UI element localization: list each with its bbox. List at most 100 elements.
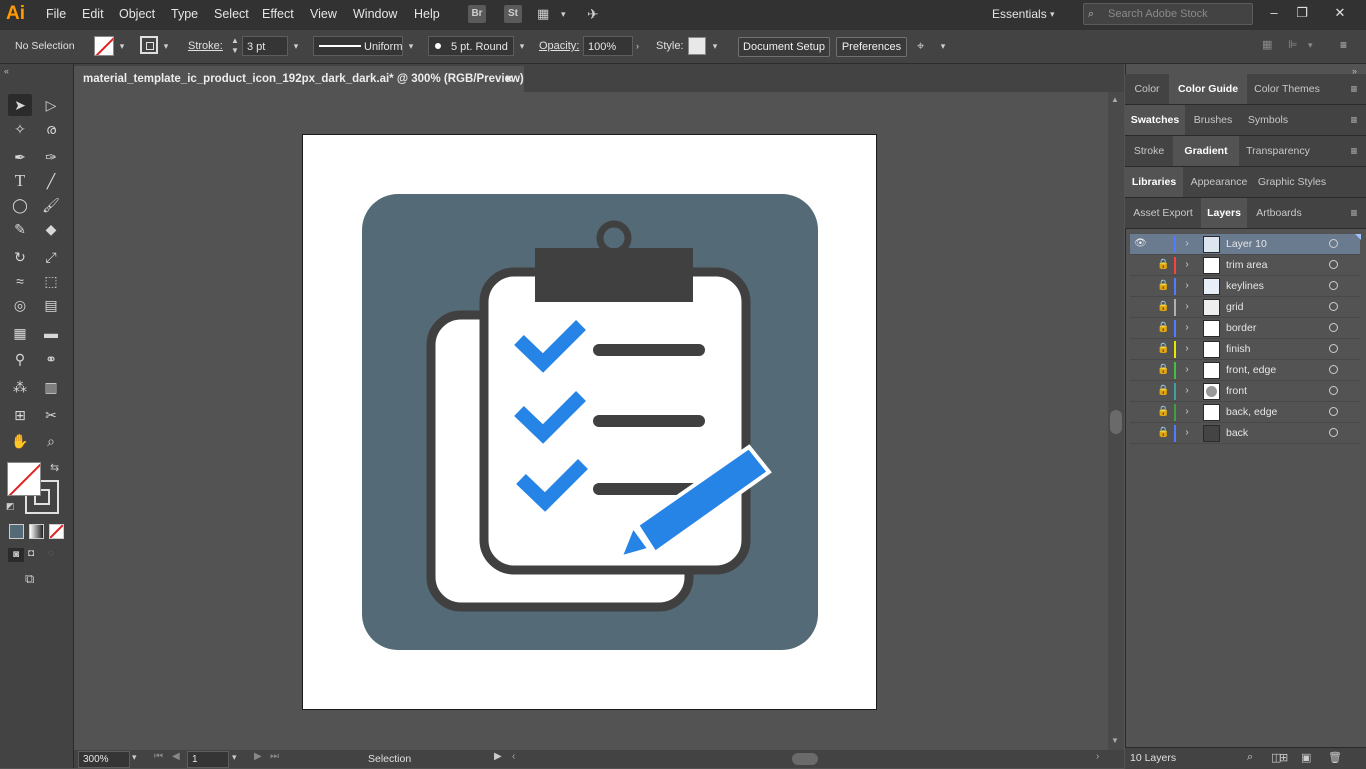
tab-color-themes[interactable]: Color Themes: [1247, 74, 1327, 104]
screen-mode-icon[interactable]: ⧉: [25, 571, 34, 587]
layer-row[interactable]: 🔒 › back: [1130, 423, 1360, 444]
menu-type[interactable]: Type: [171, 6, 198, 22]
visibility-eye-icon[interactable]: 👁: [1134, 237, 1148, 251]
perspective-grid-tool-icon[interactable]: ▤: [39, 294, 63, 316]
tab-swatches[interactable]: Swatches: [1125, 105, 1185, 135]
tab-artboards[interactable]: Artboards: [1247, 198, 1311, 228]
new-layer-icon[interactable]: ▣: [1301, 751, 1311, 764]
scale-tool-icon[interactable]: ⤢: [39, 246, 63, 268]
chevron-down-icon[interactable]: ▾: [290, 36, 302, 56]
chevron-down-icon[interactable]: ▾: [132, 752, 137, 763]
stock-icon[interactable]: St: [504, 5, 522, 23]
mesh-tool-icon[interactable]: ▦: [8, 322, 32, 344]
stroke-weight-field[interactable]: 3 pt: [242, 36, 288, 56]
none-mode-icon[interactable]: [49, 524, 64, 539]
chevron-down-icon[interactable]: ▾: [937, 36, 949, 56]
layer-row[interactable]: 👁 › Layer 10: [1130, 234, 1360, 255]
fill-swatch[interactable]: [94, 36, 114, 56]
layer-name[interactable]: back, edge: [1226, 405, 1277, 419]
collapse-icon[interactable]: «: [4, 66, 9, 76]
lock-icon[interactable]: 🔒: [1157, 426, 1169, 440]
eyedropper-tool-icon[interactable]: ⚲: [8, 348, 32, 370]
layer-name[interactable]: back: [1226, 426, 1248, 440]
slice-tool-icon[interactable]: ✂: [39, 404, 63, 426]
target-icon[interactable]: [1329, 260, 1338, 269]
chevron-down-icon[interactable]: ▾: [1050, 7, 1060, 21]
layer-row[interactable]: 🔒 › front: [1130, 381, 1360, 402]
expand-arrow-icon[interactable]: ›: [1181, 426, 1193, 440]
layer-name[interactable]: front, edge: [1226, 363, 1276, 377]
lock-icon[interactable]: 🔒: [1157, 300, 1169, 314]
preferences-button[interactable]: Preferences: [836, 37, 907, 57]
ellipse-tool-icon[interactable]: ◯: [8, 194, 32, 216]
previous-artboard-icon[interactable]: ◀: [172, 751, 180, 762]
shaper-tool-icon[interactable]: ✎: [8, 218, 32, 240]
layer-row[interactable]: 🔒 › border: [1130, 318, 1360, 339]
target-icon[interactable]: [1329, 428, 1338, 437]
layer-name[interactable]: front: [1226, 384, 1247, 398]
zoom-tool-icon[interactable]: ⌕: [39, 430, 63, 452]
gradient-mode-icon[interactable]: [29, 524, 44, 539]
width-tool-icon[interactable]: ≈: [8, 270, 32, 292]
gpu-performance-icon[interactable]: ✈: [587, 5, 605, 23]
expand-arrow-icon[interactable]: ›: [1181, 363, 1193, 377]
tab-brushes[interactable]: Brushes: [1185, 105, 1241, 135]
layer-row[interactable]: 🔒 › trim area: [1130, 255, 1360, 276]
layer-name[interactable]: trim area: [1226, 258, 1267, 272]
magic-wand-tool-icon[interactable]: ✧: [8, 118, 32, 140]
draw-normal-icon[interactable]: ◙: [8, 548, 24, 562]
menu-object[interactable]: Object: [119, 6, 155, 22]
lock-icon[interactable]: 🔒: [1157, 321, 1169, 335]
chevron-down-icon[interactable]: ▾: [709, 36, 721, 56]
target-icon[interactable]: [1329, 302, 1338, 311]
symbol-sprayer-tool-icon[interactable]: ⁂: [8, 376, 32, 398]
status-menu-icon[interactable]: ▶: [494, 751, 502, 762]
target-icon[interactable]: [1329, 323, 1338, 332]
close-tab-icon[interactable]: ×: [505, 66, 513, 92]
document-setup-button[interactable]: Document Setup: [738, 37, 830, 57]
icon-artwork[interactable]: [303, 135, 876, 709]
line-tool-icon[interactable]: ╱: [39, 170, 63, 192]
pen-tool-icon[interactable]: ✒: [8, 146, 32, 168]
lock-icon[interactable]: 🔒: [1157, 384, 1169, 398]
chevron-down-icon[interactable]: ▾: [405, 36, 417, 56]
lock-icon[interactable]: 🔒: [1157, 363, 1169, 377]
tab-asset-export[interactable]: Asset Export: [1125, 198, 1201, 228]
target-icon[interactable]: [1329, 365, 1338, 374]
tab-gradient[interactable]: Gradient: [1173, 136, 1239, 166]
chevron-right-icon[interactable]: ›: [636, 36, 646, 56]
menu-file[interactable]: File: [46, 6, 66, 22]
next-artboard-icon[interactable]: ▶: [254, 751, 262, 762]
locate-object-icon[interactable]: ⌕: [1247, 751, 1253, 764]
tab-appearance[interactable]: Appearance: [1183, 167, 1255, 197]
opacity-field[interactable]: 100%: [583, 36, 633, 56]
chevron-down-icon[interactable]: ▾: [160, 36, 172, 56]
restore-icon[interactable]: ❐: [1292, 4, 1312, 22]
layer-name[interactable]: grid: [1226, 300, 1244, 314]
chevron-down-icon[interactable]: ▾: [232, 752, 237, 763]
first-artboard-icon[interactable]: ⏮: [154, 751, 163, 762]
tab-color-guide[interactable]: Color Guide: [1169, 74, 1247, 104]
free-transform-tool-icon[interactable]: ⬚: [39, 270, 63, 292]
tab-layers[interactable]: Layers: [1201, 198, 1247, 228]
lock-icon[interactable]: 🔒: [1157, 279, 1169, 293]
expand-arrow-icon[interactable]: ›: [1181, 321, 1193, 335]
panel-menu-icon[interactable]: ≡: [1340, 38, 1354, 52]
distribute-icon[interactable]: ⊫: [1288, 38, 1302, 52]
last-artboard-icon[interactable]: ⏭: [270, 751, 279, 762]
column-graph-tool-icon[interactable]: ▥: [39, 376, 63, 398]
chevron-down-icon[interactable]: ▾: [561, 7, 571, 21]
paintbrush-tool-icon[interactable]: 🖌: [39, 194, 63, 216]
tab-transparency[interactable]: Transparency: [1239, 136, 1317, 166]
target-icon[interactable]: [1329, 386, 1338, 395]
layer-row[interactable]: 🔒 › front, edge: [1130, 360, 1360, 381]
arrange-documents-icon[interactable]: ▦: [537, 7, 553, 21]
stroke-swatch[interactable]: [140, 36, 158, 54]
draw-behind-icon[interactable]: ◘: [28, 548, 34, 559]
panel-menu-icon[interactable]: ≡: [1347, 206, 1361, 220]
expand-arrow-icon[interactable]: ›: [1181, 342, 1193, 356]
layer-name[interactable]: finish: [1226, 342, 1251, 356]
lock-icon[interactable]: 🔒: [1157, 258, 1169, 272]
align-icon[interactable]: ▦: [1262, 38, 1276, 52]
layer-row[interactable]: 🔒 › keylines: [1130, 276, 1360, 297]
